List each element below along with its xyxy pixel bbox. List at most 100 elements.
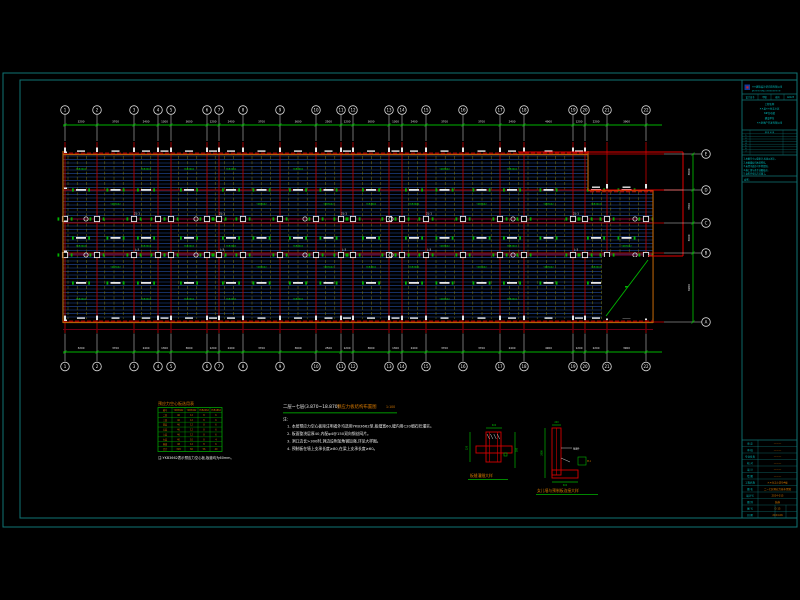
svg-text:ARCHITECTURAL DESIGN INSTITUTE: ARCHITECTURAL DESIGN INSTITUTE [752, 90, 781, 93]
svg-text:4900: 4900 [545, 120, 552, 124]
cad-sheet: 2L-12L-12L-12L-12L-1L-3L-3L-3L-3L-3YKB36… [0, 0, 800, 600]
svg-text:工程名称: 工程名称 [765, 102, 775, 106]
svg-text:18: 18 [521, 364, 527, 369]
svg-text:YKB3662: YKB3662 [476, 266, 487, 269]
svg-text:8: 8 [203, 424, 205, 427]
svg-text:2: 2 [96, 108, 99, 113]
svg-text:12: 12 [190, 414, 193, 417]
svg-text:YKB3662: YKB3662 [76, 298, 87, 301]
svg-text:M-1: M-1 [587, 460, 592, 463]
plank-hatch [63, 156, 653, 317]
svg-text:10: 10 [313, 364, 319, 369]
svg-text:4: 4 [157, 108, 160, 113]
svg-text:2400: 2400 [509, 120, 516, 124]
svg-text:2L-1: 2L-1 [573, 212, 579, 216]
svg-text:预埋件: 预埋件 [573, 447, 580, 451]
svg-text:××县××住宅小区: ××县××住宅小区 [760, 107, 781, 111]
svg-text:22: 22 [643, 364, 649, 369]
svg-text:2400: 2400 [411, 346, 418, 350]
svg-text:YKB3662: YKB3662 [226, 245, 237, 248]
svg-text:8: 8 [203, 419, 205, 422]
svg-text:预应力板结构布置图: 预应力板结构布置图 [337, 403, 377, 410]
svg-text:12: 12 [350, 364, 356, 369]
svg-text:8: 8 [242, 364, 245, 369]
svg-text:专业负责: 专业负责 [745, 455, 756, 459]
svg-text:3700: 3700 [258, 120, 265, 124]
svg-text:YKB3662: YKB3662 [76, 168, 87, 171]
svg-text:YKB3662: YKB3662 [507, 245, 518, 248]
detail-b: 2800240预埋件M-1600女儿墙与预制板连接大样 [536, 421, 598, 495]
svg-text:8: 8 [203, 414, 205, 417]
svg-text:3900: 3900 [623, 346, 630, 350]
svg-text:5.会签齐全后方可施工。: 5.会签齐全后方可施工。 [744, 172, 768, 176]
svg-text:8: 8 [203, 438, 205, 441]
svg-text:6: 6 [215, 414, 217, 417]
svg-text:6: 6 [215, 424, 217, 427]
svg-text:六层: 六层 [163, 432, 168, 436]
svg-text:19: 19 [570, 364, 576, 369]
svg-text:YKB3662: YKB3662 [366, 266, 377, 269]
svg-text:8: 8 [203, 443, 205, 446]
svg-text:A0123: A0123 [787, 96, 795, 99]
svg-text:YKB3662: YKB3662 [226, 168, 237, 171]
svg-text:YKB3662: YKB3662 [141, 168, 152, 171]
svg-text:2400: 2400 [228, 346, 235, 350]
svg-text:板缝灌缝大样: 板缝灌缝大样 [470, 473, 493, 478]
svg-text:修 改 记 录: 修 改 记 录 [765, 130, 774, 134]
svg-text:8: 8 [203, 433, 205, 436]
svg-text:46: 46 [177, 433, 180, 436]
svg-text:15: 15 [423, 364, 429, 369]
svg-text:17: 17 [497, 364, 503, 369]
svg-text:17: 17 [497, 108, 503, 113]
svg-text:绘 图: 绘 图 [747, 474, 753, 478]
svg-text:6: 6 [206, 364, 209, 369]
svg-text:YKB3662: YKB3662 [293, 298, 304, 301]
svg-text:屋面: 屋面 [163, 442, 168, 446]
svg-text:校 对: 校 对 [747, 461, 753, 465]
svg-text:2200: 2200 [593, 346, 600, 350]
svg-text:甲级: 甲级 [762, 95, 767, 99]
svg-text:14: 14 [399, 364, 405, 369]
svg-text:6#住宅楼: 6#住宅楼 [764, 111, 775, 115]
svg-text:———: ——— [774, 443, 782, 446]
svg-text:2L-1: 2L-1 [341, 212, 347, 216]
svg-text:3: 3 [133, 108, 136, 113]
svg-text:YKB3662: YKB3662 [323, 203, 334, 206]
svg-text:6: 6 [215, 419, 217, 422]
svg-text:工程名称: 工程名称 [745, 481, 756, 485]
svg-text:B: B [705, 251, 708, 256]
svg-text:YKB3662: YKB3662 [110, 203, 121, 206]
svg-text:××住宅小区6#楼: ××住宅小区6#楼 [767, 481, 788, 485]
svg-text:2024.06: 2024.06 [772, 513, 783, 517]
svg-text:图 名: 图 名 [747, 487, 753, 491]
svg-text:120: 120 [466, 445, 469, 450]
svg-text:1200: 1200 [344, 120, 351, 124]
svg-text:YKB3662: YKB3662 [76, 245, 87, 248]
svg-text:16: 16 [460, 364, 466, 369]
svg-text:4: 4 [215, 438, 217, 441]
svg-text:5: 5 [170, 108, 173, 113]
svg-text:女儿墙与预制板连接大样: 女儿墙与预制板连接大样 [537, 488, 579, 493]
svg-text:3200: 3200 [78, 346, 85, 350]
svg-text:编号: 编号 [163, 408, 168, 412]
svg-text:4.施工须与各专业图核对。: 4.施工须与各专业图核对。 [744, 168, 770, 172]
svg-text:1300: 1300 [392, 120, 399, 124]
svg-text:3700: 3700 [112, 346, 119, 350]
svg-text:YKB3662: YKB3662 [184, 245, 195, 248]
svg-text:A: A [705, 320, 708, 325]
svg-text:7: 7 [218, 108, 221, 113]
svg-text:审 定: 审 定 [747, 442, 753, 446]
svg-text:2500: 2500 [325, 346, 332, 350]
svg-text:7: 7 [218, 364, 221, 369]
svg-text:YKB3662: YKB3662 [366, 203, 377, 206]
svg-text:三层: 三层 [163, 418, 168, 422]
svg-text:3700: 3700 [478, 120, 485, 124]
svg-text:40: 40 [215, 448, 218, 451]
svg-text:3600: 3600 [368, 346, 375, 350]
svg-text:13: 13 [386, 108, 392, 113]
svg-text:1200: 1200 [576, 120, 583, 124]
svg-text:46: 46 [177, 424, 180, 427]
svg-text:2400: 2400 [143, 346, 150, 350]
svg-text:YKB3662: YKB3662 [591, 203, 602, 206]
svg-text:YKB3662: YKB3662 [184, 298, 195, 301]
